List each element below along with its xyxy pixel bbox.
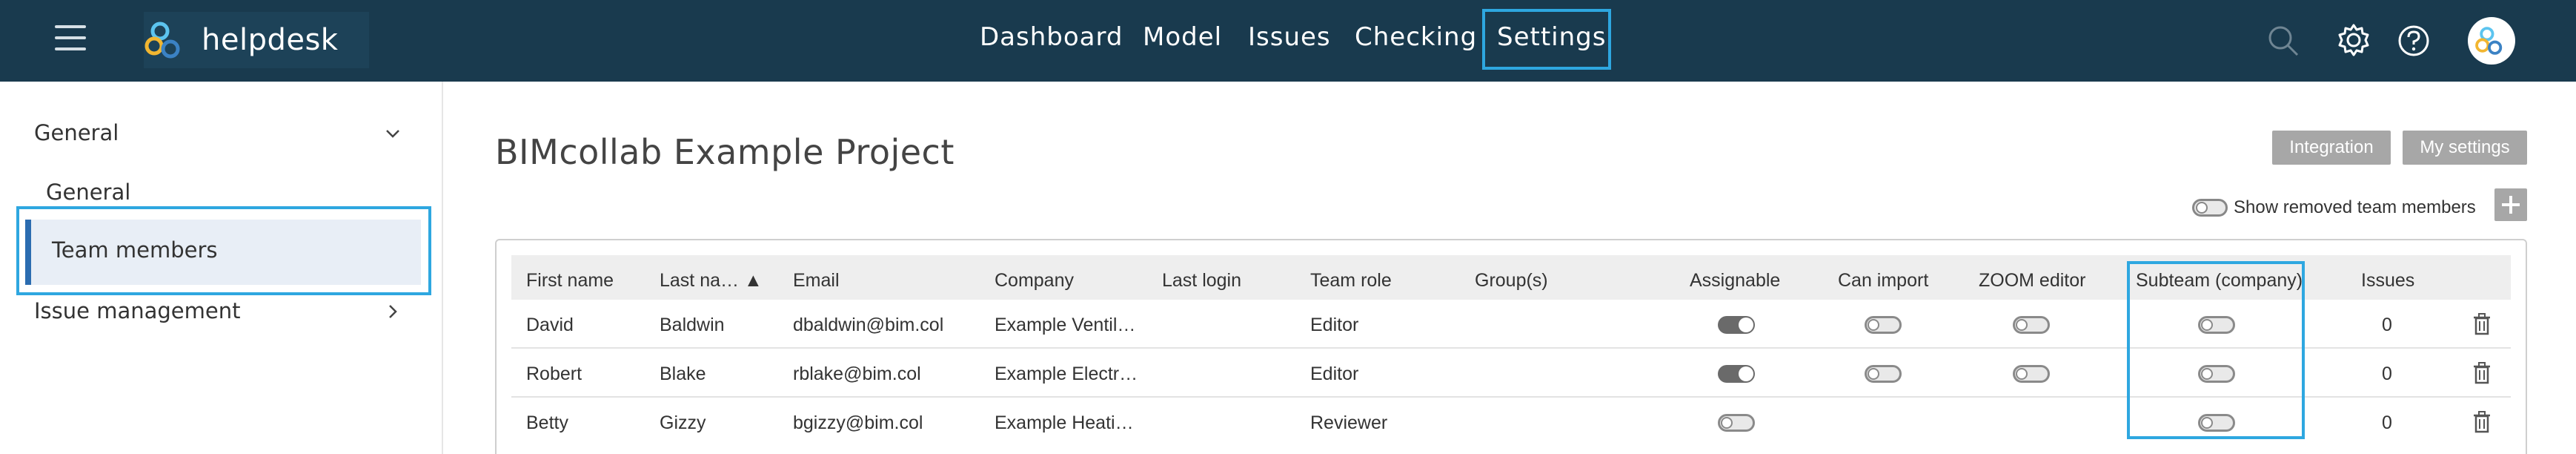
- helpdesk-logo-icon: [145, 22, 180, 59]
- trash-icon[interactable]: [2472, 411, 2492, 433]
- trash-icon[interactable]: [2472, 362, 2492, 384]
- zoom-editor-toggle[interactable]: [2013, 316, 2050, 334]
- top-bar: helpdesk Dashboard Model Issues Checking…: [0, 0, 2576, 82]
- cell-email: rblake@bim.col: [793, 363, 921, 384]
- brand-name: helpdesk: [202, 23, 339, 57]
- col-groups[interactable]: Group(s): [1475, 270, 1548, 292]
- avatar-logo-icon: [2475, 27, 2503, 55]
- nav-model[interactable]: Model: [1143, 22, 1222, 52]
- zoom-editor-toggle[interactable]: [2013, 365, 2050, 383]
- search-icon[interactable]: [2266, 24, 2300, 58]
- gear-icon[interactable]: [2336, 22, 2371, 58]
- col-assignable[interactable]: Assignable: [1690, 270, 1780, 292]
- avatar[interactable]: [2468, 17, 2515, 65]
- page-title: BIMcollab Example Project: [495, 132, 955, 172]
- col-last-login[interactable]: Last login: [1162, 270, 1241, 292]
- cell-company: Example Heati…: [995, 412, 1134, 433]
- can-import-toggle[interactable]: [1865, 365, 1902, 383]
- cell-email: bgizzy@bim.col: [793, 412, 923, 433]
- nav-issues[interactable]: Issues: [1248, 22, 1331, 52]
- my-settings-button[interactable]: My settings: [2403, 131, 2527, 165]
- cell-last-name: Baldwin: [660, 315, 725, 335]
- col-can-import[interactable]: Can import: [1838, 270, 1928, 292]
- can-import-toggle[interactable]: [1865, 316, 1902, 334]
- cell-first-name: David: [526, 315, 574, 335]
- assignable-toggle[interactable]: [1718, 414, 1755, 432]
- col-company[interactable]: Company: [995, 270, 1074, 292]
- cell-team-role[interactable]: Reviewer: [1310, 412, 1387, 434]
- nav-dashboard[interactable]: Dashboard: [980, 22, 1123, 52]
- cell-company: Example Ventil…: [995, 315, 1136, 335]
- col-team-role[interactable]: Team role: [1310, 270, 1392, 292]
- cell-email: dbaldwin@bim.col: [793, 315, 944, 335]
- sidebar-item-issue-management[interactable]: Issue management: [34, 298, 240, 323]
- sidebar-section-general[interactable]: General: [34, 120, 119, 145]
- col-first-name[interactable]: First name: [526, 270, 614, 292]
- chevron-down-icon[interactable]: [382, 123, 403, 144]
- cell-company: Example Electr…: [995, 363, 1138, 384]
- integration-button[interactable]: Integration: [2272, 131, 2391, 165]
- assignable-toggle[interactable]: [1718, 316, 1755, 334]
- menu-icon[interactable]: [55, 25, 89, 53]
- add-member-button[interactable]: [2494, 188, 2527, 221]
- sidebar-item-general[interactable]: General: [46, 180, 130, 205]
- help-icon[interactable]: [2397, 24, 2431, 58]
- cell-last-name: Gizzy: [660, 412, 706, 433]
- col-zoom-editor[interactable]: ZOOM editor: [1979, 270, 2085, 292]
- show-removed-label: Show removed team members: [2234, 197, 2476, 217]
- chevron-right-icon[interactable]: [382, 301, 403, 322]
- nav-checking[interactable]: Checking: [1355, 22, 1477, 52]
- trash-icon[interactable]: [2472, 313, 2492, 335]
- cell-first-name: Betty: [526, 412, 568, 433]
- assignable-toggle[interactable]: [1718, 365, 1755, 383]
- cell-issues: 0: [2382, 412, 2392, 433]
- cell-team-role[interactable]: Editor: [1310, 363, 1358, 385]
- cell-first-name: Robert: [526, 363, 582, 384]
- col-issues[interactable]: Issues: [2361, 270, 2414, 292]
- cell-last-name: Blake: [660, 363, 706, 384]
- subteam-column-highlight: [2127, 261, 2305, 439]
- brand-logo[interactable]: helpdesk: [144, 12, 369, 68]
- col-email[interactable]: Email: [793, 270, 840, 292]
- sidebar: General General Team members Issue manag…: [0, 82, 443, 454]
- cell-team-role[interactable]: Editor: [1310, 315, 1358, 336]
- col-last-name[interactable]: Last na… ▲: [660, 270, 763, 292]
- sidebar-highlight-box: [16, 206, 431, 295]
- show-removed-toggle[interactable]: [2192, 199, 2228, 217]
- nav-settings[interactable]: Settings: [1497, 22, 1606, 52]
- cell-issues: 0: [2382, 315, 2392, 335]
- cell-issues: 0: [2382, 363, 2392, 384]
